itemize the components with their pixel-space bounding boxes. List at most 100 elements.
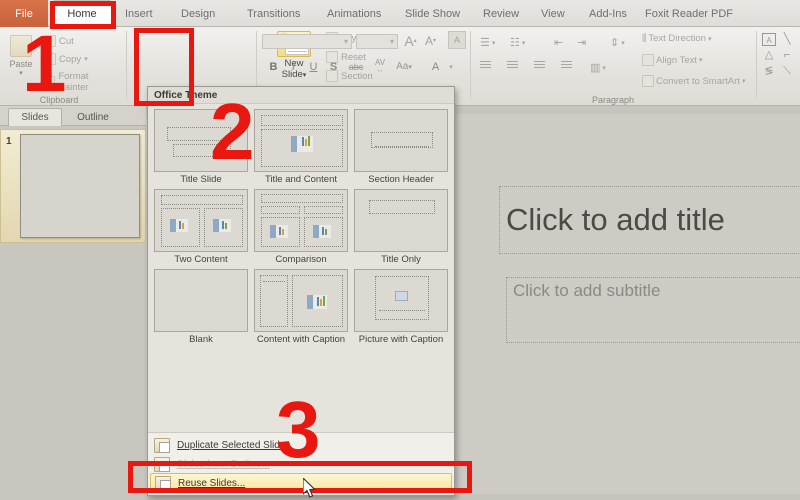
layout-item-picture-with-caption[interactable]: Picture with Caption [354, 269, 448, 345]
change-case-label: Aa [396, 61, 409, 72]
picture-icon [395, 291, 408, 301]
font-size-input[interactable]: ▾ [356, 34, 398, 49]
clear-formatting-icon[interactable]: A [448, 31, 466, 49]
layout-item-comparison[interactable]: Comparison [254, 189, 348, 265]
layout-item-blank[interactable]: Blank [154, 269, 248, 345]
line-shape-icon[interactable]: ╲ [780, 33, 794, 46]
ribbon-tab-bar: File Home Insert Design Transitions Anim… [0, 0, 800, 27]
group-divider [470, 31, 471, 99]
layout-item-title-and-content[interactable]: Title and Content [254, 109, 348, 185]
tab-design[interactable]: Design [172, 0, 224, 27]
font-color-button[interactable]: A [428, 59, 443, 74]
tab-animations[interactable]: Animations [318, 0, 390, 27]
strikethrough-button[interactable]: abc [346, 60, 366, 74]
subtitle-placeholder-text: Click to add subtitle [513, 281, 661, 300]
text-box-shape-icon[interactable]: A [762, 33, 776, 46]
shrink-font-button[interactable]: A ▾ [422, 32, 439, 49]
pane-tab-slides[interactable]: Slides [8, 108, 62, 126]
arrow-shape-icon[interactable]: ⟍ [780, 65, 794, 78]
decrease-indent-icon: ⇤ [554, 37, 564, 49]
format-painter-label: Format Painter [58, 71, 89, 93]
text-direction-button[interactable]: ⫼ Text Direction ▾ [642, 33, 711, 44]
duplicate-slides-icon [154, 437, 170, 453]
slide-thumbnail-preview[interactable] [20, 134, 140, 238]
align-text-button[interactable]: Align Text ▾ [642, 54, 703, 66]
bullet-list-icon: ☰ [480, 37, 490, 49]
tab-animations-label: Animations [327, 7, 382, 20]
grow-font-button[interactable]: A ▴ [402, 32, 419, 49]
two-content-layout-icon [154, 189, 248, 252]
columns-button[interactable]: ▥ ▾ [590, 61, 606, 74]
layout-item-title-only[interactable]: Title Only [354, 189, 448, 265]
shapes-gallery[interactable]: A ╲ △ ⌐ ≶ ⟍ [762, 33, 798, 79]
bullets-button[interactable]: ☰ ▾ [480, 36, 495, 49]
tab-slide-show[interactable]: Slide Show [396, 0, 469, 27]
align-left-button[interactable] [480, 61, 491, 62]
paragraph-group-label: Paragraph [591, 95, 635, 105]
grow-font-label: A [404, 32, 414, 49]
pane-tab-outline-label: Outline [77, 111, 109, 123]
line-spacing-icon: ⇕ [610, 37, 620, 49]
tab-review[interactable]: Review [474, 0, 528, 27]
elbow-connector-shape-icon[interactable]: ⌐ [780, 49, 794, 62]
change-case-button[interactable]: Aa ▾ [394, 59, 414, 74]
text-direction-icon: ⫼ [642, 33, 647, 44]
increase-indent-icon: ⇥ [577, 37, 587, 49]
ribbon-group-paragraph: ☰ ▾ ☷ ▾ ⇤ ⇥ ⇕ ▾ ▥ ▾ ⫼ Text Direction ▾ A… [474, 27, 752, 106]
tab-add-ins[interactable]: Add-Ins [580, 0, 636, 27]
annotation-number-1: 1 [22, 19, 67, 108]
text-shadow-button[interactable]: S [326, 59, 341, 74]
increase-indent-button[interactable]: ⇥ [577, 36, 586, 49]
comparison-layout-icon [254, 189, 348, 252]
justify-button[interactable] [561, 61, 572, 62]
numbering-button[interactable]: ☷ ▾ [510, 36, 525, 49]
picture-with-caption-layout-icon [354, 269, 448, 332]
layout-gallery: Title Slide Title and Content Section He… [148, 104, 454, 432]
pane-tab-bar: Slides Outline [0, 106, 146, 126]
tab-insert-label: Insert [125, 7, 153, 20]
subtitle-placeholder[interactable]: Click to add subtitle [506, 277, 800, 343]
group-divider [126, 31, 127, 99]
annotation-number-2: 2 [210, 87, 255, 176]
italic-label: I [291, 60, 296, 73]
underline-button[interactable]: U [306, 59, 321, 74]
mouse-cursor [303, 478, 316, 498]
text-direction-label: Text Direction [648, 33, 706, 44]
italic-button[interactable]: I [286, 59, 301, 74]
section-header-layout-icon [354, 109, 448, 172]
align-center-button[interactable] [507, 61, 518, 62]
tab-slide-show-label: Slide Show [405, 7, 461, 20]
layout-item-section-header[interactable]: Section Header [354, 109, 448, 185]
tab-insert[interactable]: Insert [116, 0, 162, 27]
blank-layout-icon [154, 269, 248, 332]
bold-button[interactable]: B [266, 59, 281, 74]
chevron-down-icon[interactable]: ▾ [446, 61, 456, 73]
ribbon-group-drawing: A ╲ △ ⌐ ≶ ⟍ [758, 27, 800, 106]
layout-gallery-row: Blank Content with Caption Picture with … [154, 269, 448, 345]
tab-view[interactable]: View [532, 0, 574, 27]
duplicate-selected-slides-label: Duplicate Selected Slides [177, 439, 291, 451]
tab-file-label: File [15, 7, 33, 20]
slide-thumbnail-item[interactable]: 1 [0, 129, 146, 243]
tab-foxit-reader-pdf[interactable]: Foxit Reader PDF [636, 0, 742, 27]
decrease-indent-button[interactable]: ⇤ [554, 36, 563, 49]
layout-caption: Content with Caption [256, 334, 346, 345]
align-right-button[interactable] [534, 61, 545, 62]
layout-item-two-content[interactable]: Two Content [154, 189, 248, 265]
tab-view-label: View [541, 7, 565, 20]
slides-outline-pane: Slides Outline 1 [0, 106, 146, 500]
scribble-shape-icon[interactable]: ≶ [762, 65, 776, 78]
pane-tab-outline[interactable]: Outline [64, 108, 122, 126]
triangle-shape-icon[interactable]: △ [762, 49, 776, 62]
tab-transitions[interactable]: Transitions [238, 0, 309, 27]
character-spacing-button[interactable]: AV ↔ [370, 57, 390, 75]
line-spacing-button[interactable]: ⇕ ▾ [610, 36, 625, 49]
font-name-input[interactable]: ▾ [262, 34, 352, 49]
pane-tab-slides-label: Slides [21, 112, 49, 123]
convert-to-smartart-button[interactable]: Convert to SmartArt ▾ [642, 75, 745, 87]
layout-item-content-with-caption[interactable]: Content with Caption [254, 269, 348, 345]
title-only-layout-icon [354, 189, 448, 252]
content-with-caption-layout-icon [254, 269, 348, 332]
tab-transitions-label: Transitions [247, 7, 301, 20]
title-placeholder[interactable]: Click to add title [499, 186, 800, 254]
